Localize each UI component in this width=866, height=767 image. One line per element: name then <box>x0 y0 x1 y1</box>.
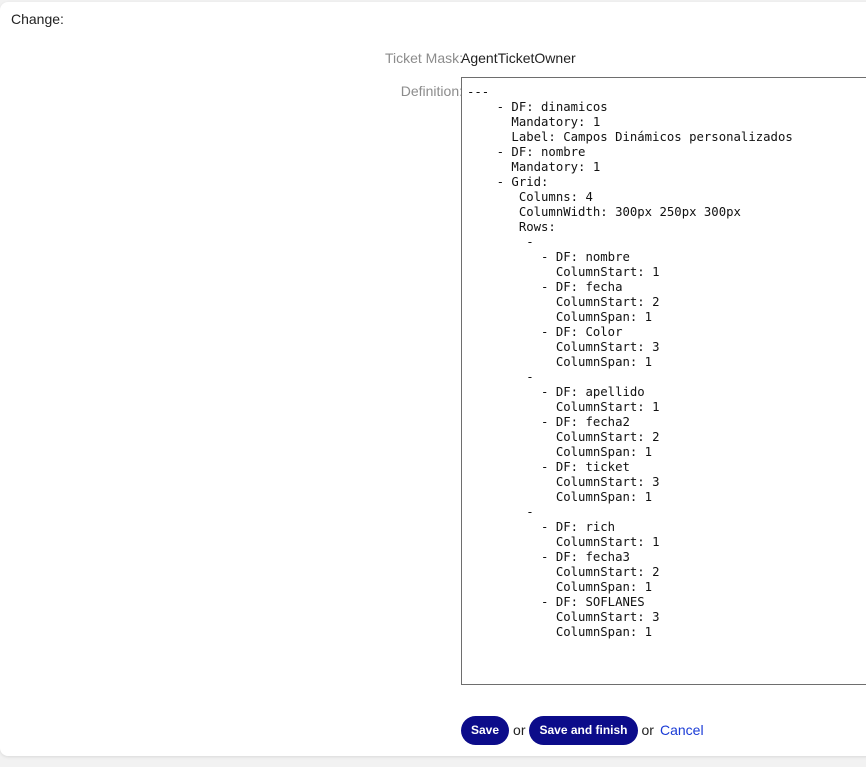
cancel-link[interactable]: Cancel <box>660 722 704 738</box>
or-separator: or <box>513 722 526 738</box>
ticket-mask-label: Ticket Mask: <box>384 50 463 66</box>
edit-panel: Change: Ticket Mask: AgentTicketOwner De… <box>0 2 866 756</box>
form-actions: Save or Save and finish or Cancel <box>461 715 704 745</box>
section-title: Change: <box>11 11 64 27</box>
or-separator: or <box>641 722 654 738</box>
definition-textarea[interactable] <box>461 77 866 685</box>
ticket-mask-value: AgentTicketOwner <box>461 50 576 66</box>
save-button[interactable]: Save <box>461 715 510 745</box>
save-and-finish-button[interactable]: Save and finish <box>529 715 638 745</box>
definition-label: Definition: <box>400 83 463 99</box>
